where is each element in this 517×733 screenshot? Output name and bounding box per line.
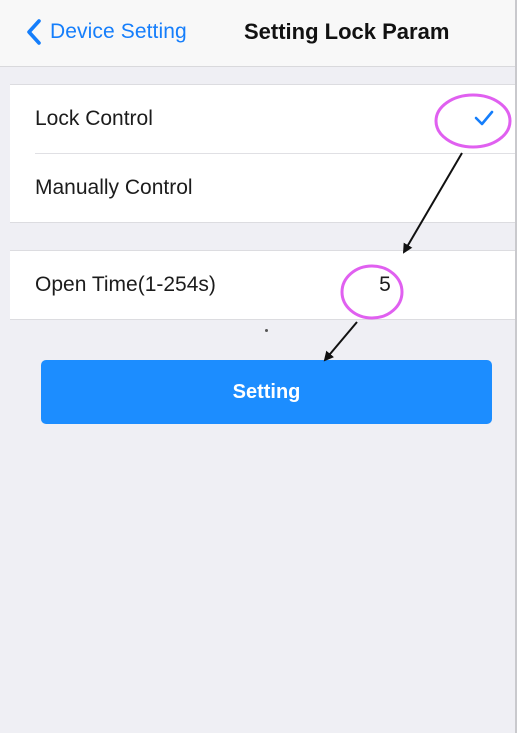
annotation-arrow-2	[323, 321, 358, 362]
manually-control-label: Manually Control	[35, 176, 193, 199]
lock-control-label: Lock Control	[35, 107, 153, 130]
setting-button[interactable]: Setting	[41, 360, 492, 424]
screen: Device Setting Setting Lock Param Lock C…	[0, 0, 517, 733]
option-manually-control[interactable]: Manually Control	[10, 154, 517, 222]
chevron-left-icon	[27, 19, 41, 45]
open-time-input[interactable]: 5	[365, 251, 405, 319]
stray-dot	[265, 329, 268, 332]
back-button-label: Device Setting	[50, 20, 187, 43]
open-time-group: Open Time(1-254s) 5	[10, 250, 517, 320]
open-time-label: Open Time(1-254s)	[35, 273, 216, 296]
page-title: Setting Lock Param	[244, 19, 450, 44]
lock-control-group: Lock Control Manually Control	[10, 84, 517, 223]
option-lock-control[interactable]: Lock Control	[10, 85, 517, 154]
open-time-row: Open Time(1-254s) 5	[10, 251, 517, 319]
navigation-bar: Device Setting Setting Lock Param	[0, 0, 517, 67]
checkmark-icon	[474, 110, 494, 126]
back-button[interactable]: Device Setting	[24, 14, 187, 50]
